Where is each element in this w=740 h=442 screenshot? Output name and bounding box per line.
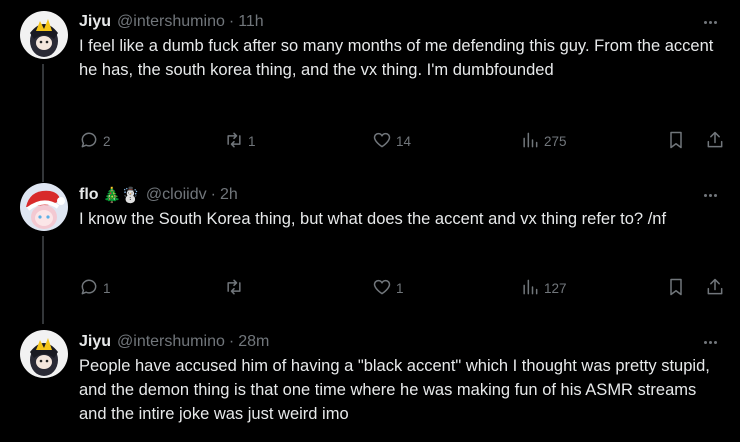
heart-icon — [372, 130, 392, 153]
more-icon[interactable] — [698, 185, 722, 205]
like-button[interactable]: 1 — [372, 276, 404, 300]
timestamp[interactable]: 11h — [238, 13, 264, 31]
tweet-text: I know the South Korea thing, but what d… — [79, 210, 667, 228]
like-count: 14 — [396, 133, 412, 149]
display-name[interactable]: Jiyu — [79, 13, 111, 31]
handle[interactable]: @intershumino — [117, 13, 225, 31]
name-emoji: 🎄☃️ — [102, 186, 140, 204]
avatar[interactable] — [20, 183, 68, 231]
share-button[interactable] — [705, 276, 725, 300]
separator: · — [210, 186, 216, 203]
reply-count: 1 — [103, 280, 111, 296]
bookmark-button[interactable] — [666, 129, 686, 153]
bookmark-icon — [666, 130, 686, 153]
reply-count: 2 — [103, 133, 111, 149]
retweet-button[interactable] — [224, 276, 248, 300]
thread-line — [42, 64, 44, 182]
reply-icon — [79, 277, 99, 300]
reply-button[interactable]: 1 — [79, 276, 111, 300]
tweet-body: Jiyu @intershumino · 11h I feel like a d… — [79, 12, 722, 82]
share-button[interactable] — [705, 129, 725, 153]
views-icon — [520, 130, 540, 153]
share-icon — [705, 277, 725, 300]
reply-icon — [79, 130, 99, 153]
reply-button[interactable]: 2 — [79, 129, 111, 153]
retweet-icon — [224, 277, 244, 300]
tweet[interactable]: Jiyu @intershumino · 11h I feel like a d… — [0, 0, 740, 182]
tweet-header: Jiyu @intershumino · 28m — [79, 332, 722, 352]
like-button[interactable]: 14 — [372, 129, 411, 153]
retweet-button[interactable]: 1 — [224, 129, 256, 153]
separator: · — [228, 13, 235, 30]
timestamp[interactable]: 28m — [238, 333, 269, 351]
retweet-count: 1 — [248, 133, 256, 149]
tweet-body: flo 🎄☃️ @cloiidv · 2h I know the South K… — [79, 185, 722, 231]
handle[interactable]: @cloiidv — [146, 186, 207, 204]
tweet[interactable]: flo 🎄☃️ @cloiidv · 2h I know the South K… — [0, 180, 740, 324]
tweet-text: I feel like a dumb fuck after so many mo… — [79, 37, 714, 79]
separator: · — [228, 333, 235, 350]
action-bar: 1 1 127 — [79, 276, 727, 300]
handle[interactable]: @intershumino — [117, 333, 225, 351]
share-icon — [705, 130, 725, 153]
more-icon[interactable] — [698, 332, 722, 352]
views-button[interactable]: 275 — [520, 129, 567, 153]
heart-icon — [372, 277, 392, 300]
avatar[interactable] — [20, 11, 68, 59]
more-icon[interactable] — [698, 12, 722, 32]
display-name[interactable]: Jiyu — [79, 333, 111, 351]
views-count: 275 — [544, 133, 567, 149]
conversation-thread: Jiyu @intershumino · 11h I feel like a d… — [0, 0, 740, 442]
like-count: 1 — [396, 280, 404, 296]
views-count: 127 — [544, 280, 567, 296]
tweet-text: People have accused him of having a "bla… — [79, 357, 710, 423]
retweet-icon — [224, 130, 244, 153]
timestamp[interactable]: 2h — [220, 186, 238, 204]
tweet[interactable]: Jiyu @intershumino · 28m People have acc… — [0, 322, 740, 442]
action-bar: 2 1 14 275 — [79, 129, 727, 153]
thread-line — [42, 236, 44, 324]
tweet-header: flo 🎄☃️ @cloiidv · 2h — [79, 185, 722, 205]
bookmark-button[interactable] — [666, 276, 686, 300]
display-name[interactable]: flo — [79, 186, 99, 204]
bookmark-icon — [666, 277, 686, 300]
views-button[interactable]: 127 — [520, 276, 567, 300]
tweet-body: Jiyu @intershumino · 28m People have acc… — [79, 332, 722, 426]
avatar[interactable] — [20, 330, 68, 378]
views-icon — [520, 277, 540, 300]
tweet-header: Jiyu @intershumino · 11h — [79, 12, 722, 32]
